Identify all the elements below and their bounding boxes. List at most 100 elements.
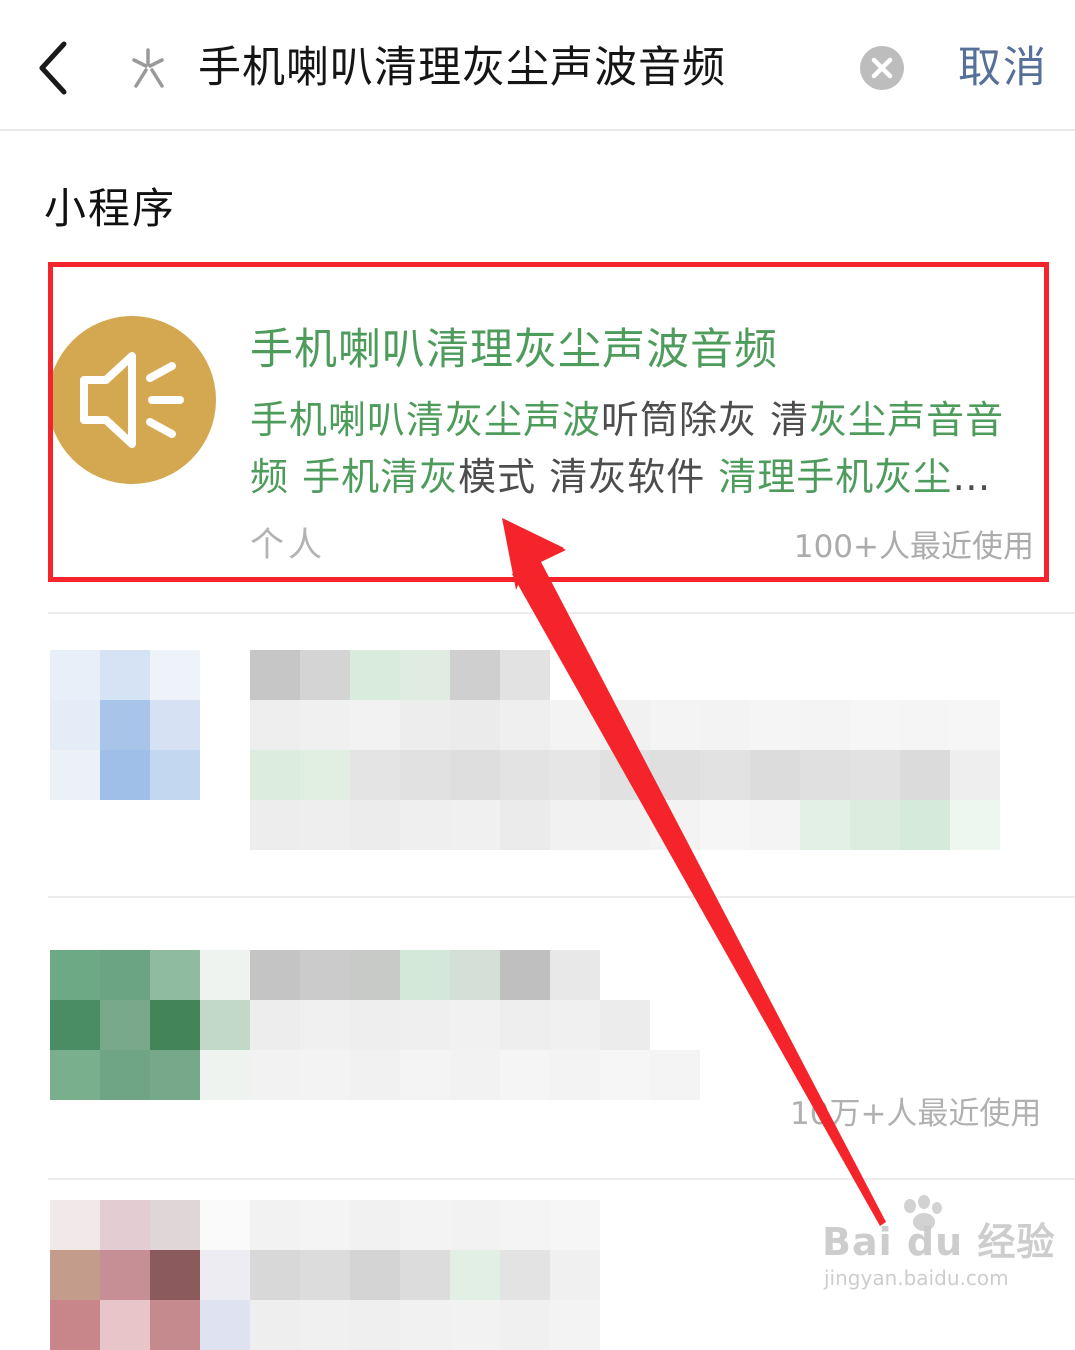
mosaic-block xyxy=(250,1200,300,1250)
mosaic-block xyxy=(300,1250,350,1300)
mosaic-block xyxy=(100,700,150,750)
baidu-jingyan-watermark: Bai du 经验 jingyan.baidu.com xyxy=(822,1195,1054,1300)
mosaic-block xyxy=(450,1000,500,1050)
desc-segment: 模式 清灰软件 xyxy=(458,455,719,499)
mosaic-block xyxy=(650,750,700,800)
mosaic-block xyxy=(150,700,200,750)
mosaic-block xyxy=(500,950,550,1000)
mosaic-block xyxy=(100,650,150,700)
speaker-icon xyxy=(48,316,216,484)
mosaic-block xyxy=(550,1250,600,1300)
result-item-pixelated[interactable] xyxy=(0,614,1075,896)
search-bar: 手机喇叭清理灰尘声波音频 取消 xyxy=(0,0,1075,131)
search-input[interactable]: 手机喇叭清理灰尘声波音频 xyxy=(198,38,726,98)
watermark-url: jingyan.baidu.com xyxy=(824,1266,1009,1290)
mosaic-block xyxy=(650,700,700,750)
mosaic-block xyxy=(200,1300,250,1350)
mosaic-block xyxy=(550,1000,600,1050)
mosaic-block xyxy=(50,1200,100,1250)
clear-search-button[interactable] xyxy=(860,46,904,90)
mosaic-block xyxy=(550,1300,600,1350)
result-usage: 100+人最近使用 xyxy=(793,529,1034,565)
mosaic-block xyxy=(100,1300,150,1350)
mosaic-block xyxy=(600,700,650,750)
mosaic-block xyxy=(600,750,650,800)
mosaic-block xyxy=(350,750,400,800)
result-description: 手机喇叭清灰尘声波听筒除灰 清灰尘声音音频 手机清灰模式 清灰软件 清理手机灰尘… xyxy=(250,392,1040,506)
desc-segment: 手机喇叭清灰尘声波 xyxy=(250,398,602,442)
mosaic-block xyxy=(700,750,750,800)
mosaic-block xyxy=(450,750,500,800)
mosaic-block xyxy=(200,1000,250,1050)
mosaic-block xyxy=(750,700,800,750)
mosaic-block xyxy=(50,700,100,750)
close-icon xyxy=(871,57,893,79)
mosaic-block xyxy=(700,800,750,850)
mosaic-block xyxy=(350,1050,400,1100)
mosaic-block xyxy=(400,1250,450,1300)
mosaic-block xyxy=(450,1050,500,1100)
mosaic-block xyxy=(550,700,600,750)
mosaic-block xyxy=(450,1300,500,1350)
mosaic-block xyxy=(450,950,500,1000)
mosaic-block xyxy=(50,1000,100,1050)
mosaic-block xyxy=(750,750,800,800)
mosaic-block xyxy=(250,650,300,700)
mosaic-block xyxy=(150,950,200,1000)
desc-segment: 手机清灰 xyxy=(302,455,459,499)
mosaic-block xyxy=(500,800,550,850)
mosaic-block xyxy=(150,1250,200,1300)
mosaic-block xyxy=(400,1000,450,1050)
mosaic-block xyxy=(500,1200,550,1250)
mosaic-block xyxy=(100,1200,150,1250)
mosaic-block xyxy=(250,750,300,800)
mosaic-block xyxy=(200,1250,250,1300)
mosaic-block xyxy=(500,650,550,700)
mosaic-block xyxy=(600,800,650,850)
mosaic-block xyxy=(850,750,900,800)
result-usage: 10万+人最近使用 xyxy=(790,1096,1042,1132)
mosaic-block xyxy=(150,750,200,800)
mosaic-block xyxy=(750,800,800,850)
mini-program-result[interactable]: 手机喇叭清理灰尘声波音频 手机喇叭清灰尘声波听筒除灰 清灰尘声音音频 手机清灰模… xyxy=(44,262,1054,582)
mosaic-block xyxy=(950,750,1000,800)
mosaic-block xyxy=(250,1250,300,1300)
mosaic-block xyxy=(200,1200,250,1250)
cancel-button[interactable]: 取消 xyxy=(958,38,1048,98)
mosaic-block xyxy=(650,800,700,850)
mosaic-block xyxy=(150,1050,200,1100)
mosaic-block xyxy=(150,1300,200,1350)
mosaic-block xyxy=(550,950,600,1000)
mosaic-block xyxy=(900,800,950,850)
desc-segment: 听筒除灰 清 xyxy=(601,398,810,442)
result-title: 手机喇叭清理灰尘声波音频 xyxy=(250,325,778,375)
mosaic-block xyxy=(350,950,400,1000)
mosaic-block xyxy=(100,750,150,800)
mosaic-block xyxy=(900,750,950,800)
mosaic-block xyxy=(350,1200,400,1250)
mosaic-block xyxy=(400,1050,450,1100)
mosaic-block xyxy=(500,750,550,800)
mosaic-block xyxy=(800,700,850,750)
mosaic-block xyxy=(150,650,200,700)
mosaic-block xyxy=(950,700,1000,750)
back-button[interactable] xyxy=(30,36,80,100)
mosaic-block xyxy=(200,1050,250,1100)
mosaic-block xyxy=(300,700,350,750)
mosaic-block xyxy=(450,800,500,850)
mosaic-block xyxy=(300,1000,350,1050)
mosaic-block xyxy=(250,1000,300,1050)
mosaic-block xyxy=(350,1300,400,1350)
mosaic-block xyxy=(450,1250,500,1300)
mosaic-block xyxy=(250,800,300,850)
pixelated-content xyxy=(0,614,1075,896)
mosaic-block xyxy=(250,700,300,750)
mosaic-block xyxy=(50,650,100,700)
mini-program-icon xyxy=(128,46,174,92)
mosaic-block xyxy=(300,950,350,1000)
mosaic-block xyxy=(50,1300,100,1350)
mosaic-block xyxy=(250,1300,300,1350)
mosaic-block xyxy=(800,750,850,800)
section-title-mini-programs: 小程序 xyxy=(44,184,177,233)
mosaic-block xyxy=(900,700,950,750)
